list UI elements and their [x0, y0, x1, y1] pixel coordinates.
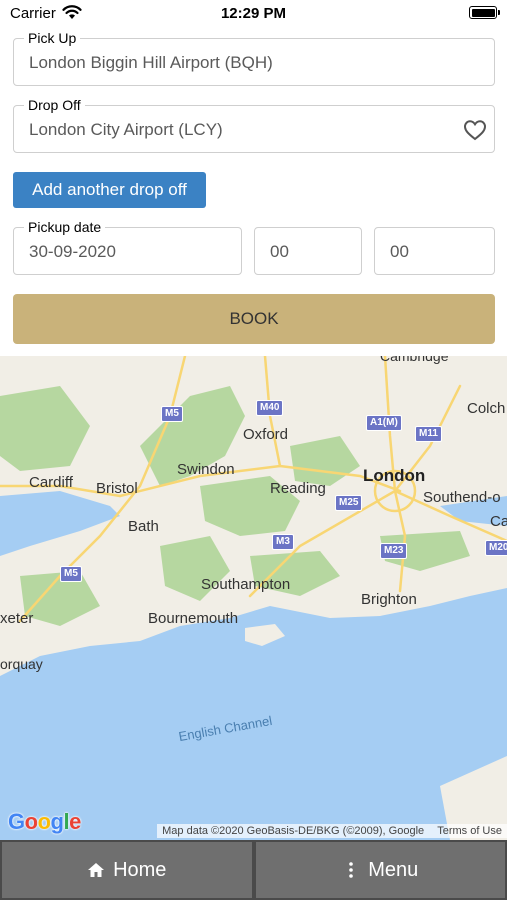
map-label-torquay: orquay: [0, 656, 43, 672]
map-label-exeter: xeter: [0, 610, 34, 627]
heart-icon[interactable]: [463, 119, 487, 141]
map-view[interactable]: Cambridge Colch Oxford London Swindon Ca…: [0, 356, 507, 840]
tab-menu[interactable]: Menu: [253, 840, 507, 900]
more-vertical-icon: [349, 862, 354, 878]
map-label-bristol: Bristol: [96, 480, 138, 497]
minute-field[interactable]: 00: [374, 227, 495, 275]
map-park-wales: [0, 386, 90, 471]
add-dropoff-button[interactable]: Add another drop off: [13, 172, 206, 208]
home-icon: [88, 863, 105, 877]
map-water-bristol-channel: [0, 491, 120, 556]
dropoff-label: Drop Off: [24, 97, 85, 113]
road-shield-m20: M20: [485, 540, 507, 556]
bottom-tab-bar: Home Menu: [0, 840, 507, 900]
map-label-cardiff: Cardiff: [29, 474, 73, 491]
hour-field[interactable]: 00: [254, 227, 362, 275]
road-shield-m40: M40: [256, 400, 284, 416]
battery-level: [471, 8, 495, 17]
map-park-chilterns: [290, 436, 360, 486]
map-label-london: London: [363, 466, 426, 485]
map-label-southend: Southend-o: [423, 489, 501, 506]
book-button[interactable]: BOOK: [13, 294, 495, 344]
map-label-southampton: Southampton: [201, 576, 291, 593]
pickup-value: London Biggin Hill Airport (BQH): [29, 53, 273, 72]
map-label-canterbury: Ca: [490, 513, 507, 530]
tab-home-label: Home: [113, 858, 167, 881]
road-shield-a1m: A1(M): [366, 415, 402, 431]
road-shield-m3: M3: [272, 534, 294, 550]
map-attribution: Map data ©2020 GeoBasis-DE/BKG (©2009), …: [157, 824, 507, 838]
road-shield-m11: M11: [415, 426, 442, 442]
road-shield-m23: M23: [380, 543, 408, 559]
pickup-date-field[interactable]: Pickup date 30-09-2020: [13, 219, 242, 275]
map-data-credit: Map data ©2020 GeoBasis-DE/BKG (©2009), …: [162, 825, 425, 837]
battery-tip: [498, 10, 500, 15]
map-label-bath: Bath: [128, 518, 159, 535]
pickup-date-value: 30-09-2020: [29, 242, 116, 261]
tab-menu-label: Menu: [368, 858, 419, 881]
battery-icon: [469, 6, 500, 19]
minute-value: 00: [390, 242, 409, 261]
map-label-cambridge: Cambridge: [380, 356, 449, 364]
map-label-swindon: Swindon: [177, 461, 235, 478]
dropoff-field[interactable]: Drop Off London City Airport (LCY): [13, 97, 495, 153]
pickup-field[interactable]: Pick Up London Biggin Hill Airport (BQH): [13, 30, 495, 86]
tab-home[interactable]: Home: [0, 840, 254, 900]
google-logo[interactable]: Google: [8, 809, 81, 835]
hour-value: 00: [270, 242, 289, 261]
map-label-colchester: Colch: [467, 400, 506, 417]
map-label-brighton: Brighton: [361, 591, 417, 608]
map-label-reading: Reading: [270, 480, 326, 497]
road-shield-m5-north: M5: [161, 406, 183, 422]
road-shield-m25: M25: [335, 495, 363, 511]
map-label-bournemouth: Bournemouth: [148, 610, 239, 627]
dropoff-value: London City Airport (LCY): [29, 120, 223, 139]
status-bar: Carrier 12:29 PM: [0, 0, 507, 30]
pickup-label: Pick Up: [24, 30, 81, 46]
pickup-date-label: Pickup date: [24, 219, 106, 235]
map-label-oxford: Oxford: [243, 426, 289, 443]
road-shield-m5-south: M5: [60, 566, 82, 582]
clock: 12:29 PM: [220, 5, 287, 22]
terms-of-use-link[interactable]: Terms of Use: [437, 825, 502, 837]
map-water-english-channel: [0, 588, 507, 840]
